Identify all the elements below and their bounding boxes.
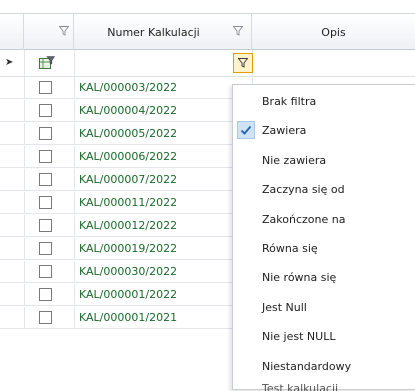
row-checkbox[interactable] <box>39 219 52 232</box>
filter-option-1[interactable]: Zawiera <box>233 118 415 144</box>
active-filter-button[interactable] <box>233 53 253 73</box>
filter-option-7[interactable]: Jest Null <box>233 295 415 321</box>
right-arrow-icon: ➤ <box>5 57 14 68</box>
funnel-icon <box>238 58 248 68</box>
filter-option-label: Zaczyna się od <box>262 183 345 196</box>
filter-option-label: Zawiera <box>262 124 307 137</box>
row-checkbox[interactable] <box>39 311 52 324</box>
row-indicator-header <box>0 14 24 50</box>
numer-kalkulacji-column-header[interactable]: Numer Kalkulacji <box>74 14 252 50</box>
row-checkbox[interactable] <box>39 242 52 255</box>
row-checkbox[interactable] <box>39 265 52 278</box>
filter-row <box>0 50 415 77</box>
grid-filter-icon[interactable] <box>39 56 55 70</box>
filter-option-2[interactable]: Nie zawiera <box>233 148 415 174</box>
opis-column-header[interactable]: Opis <box>252 14 415 50</box>
filter-option-3[interactable]: Zaczyna się od <box>233 177 415 203</box>
row-checkbox[interactable] <box>39 196 52 209</box>
row-checkbox[interactable] <box>39 127 52 140</box>
filter-option-0[interactable]: Brak filtra <box>233 89 415 115</box>
filter-option-label: Niestandardowy <box>262 360 352 373</box>
opis-header-title: Opis <box>321 25 346 39</box>
filter-option-6[interactable]: Nie równa się <box>233 265 415 291</box>
numer-kalkulacji-cell: KAL/000005/2022 <box>79 127 178 140</box>
numer-kalkulacji-header-title: Numer Kalkulacji <box>107 25 200 39</box>
filter-option-label: Brak filtra <box>262 95 317 108</box>
checkmark-icon <box>237 121 255 139</box>
numer-kalkulacji-cell: KAL/000019/2022 <box>79 242 178 255</box>
funnel-icon[interactable] <box>59 26 69 36</box>
filter-option-5[interactable]: Równa się <box>233 236 415 262</box>
filter-option-label: Jest Null <box>262 301 307 314</box>
numer-kalkulacji-cell: KAL/000006/2022 <box>79 150 178 163</box>
filter-option-label: Zakończone na <box>262 213 346 226</box>
funnel-icon[interactable] <box>233 26 243 36</box>
numer-kalkulacji-cell: KAL/000003/2022 <box>79 81 178 94</box>
numer-kalkulacji-cell: KAL/000001/2022 <box>79 288 178 301</box>
checkbox-column-header[interactable] <box>24 14 74 50</box>
grid-header: Numer Kalkulacji Opis <box>0 13 415 50</box>
row-checkbox[interactable] <box>39 81 52 94</box>
numer-kalkulacji-cell: KAL/000007/2022 <box>79 173 178 186</box>
filter-option-4[interactable]: Zakończone na <box>233 207 415 233</box>
filter-option-label: Nie jest NULL <box>262 330 336 343</box>
numer-kalkulacji-cell: KAL/000004/2022 <box>79 104 178 117</box>
numer-kalkulacji-cell: KAL/000030/2022 <box>79 265 178 278</box>
filter-option-9[interactable]: Niestandardowy <box>233 354 415 380</box>
numer-kalkulacji-cell: KAL/000001/2021 <box>79 311 178 324</box>
numer-kalkulacji-cell: KAL/000012/2022 <box>79 219 178 232</box>
filter-option-8[interactable]: Nie jest NULL <box>233 324 415 350</box>
filter-option-label: Nie zawiera <box>262 154 327 167</box>
numer-kalkulacji-cell: KAL/000011/2022 <box>79 196 178 209</box>
row-checkbox[interactable] <box>39 150 52 163</box>
filter-option-label: Równa się <box>262 242 318 255</box>
row-checkbox[interactable] <box>39 288 52 301</box>
row-checkbox[interactable] <box>39 173 52 186</box>
filter-condition-menu: Brak filtra Zawiera Nie zawiera Zaczyna się… <box>232 84 415 391</box>
filter-option-label: Nie równa się <box>262 271 337 284</box>
row-checkbox[interactable] <box>39 104 52 117</box>
